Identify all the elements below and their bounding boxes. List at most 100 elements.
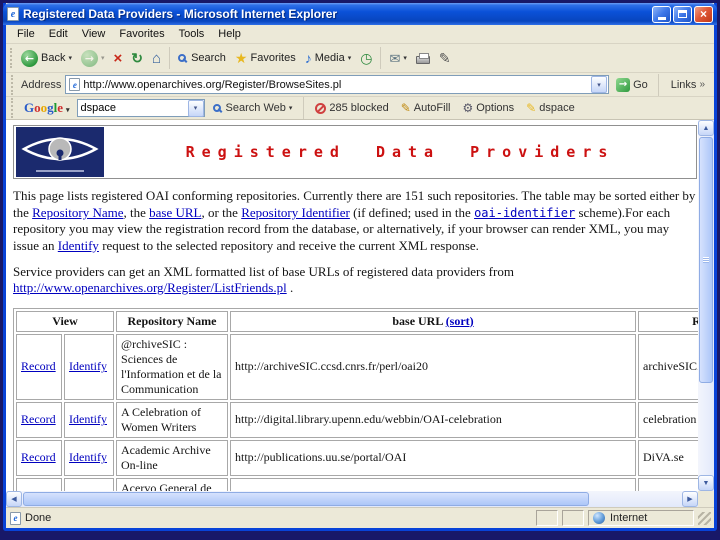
address-field[interactable]: e ▾	[65, 75, 610, 94]
gear-icon: ⚙	[462, 101, 474, 115]
status-pane	[562, 510, 584, 526]
back-button[interactable]: ← Back ▾	[17, 48, 76, 69]
addressbar-grip[interactable]	[11, 74, 14, 95]
sort-link[interactable]: (sort)	[446, 314, 474, 328]
autofill-icon: ✎	[400, 101, 411, 115]
links-label: Links	[670, 78, 697, 91]
sort-by-url-link[interactable]: base URL	[149, 205, 201, 220]
toolbar-separator	[169, 47, 171, 69]
vertical-scrollbar[interactable]: ▲ ▼	[698, 120, 714, 491]
window-titlebar[interactable]: e Registered Data Providers - Microsoft …	[3, 3, 717, 25]
search-web-icon	[212, 104, 221, 112]
listfriends-link[interactable]: http://www.openarchives.org/Register/Lis…	[13, 280, 287, 295]
scroll-right-button[interactable]: ▶	[682, 491, 698, 507]
menu-edit[interactable]: Edit	[42, 26, 75, 42]
identify-link[interactable]: Identify	[69, 412, 107, 426]
highlight-icon: ✎	[526, 101, 537, 115]
sort-by-identifier-link[interactable]: Repository Identifier	[241, 205, 350, 220]
record-link[interactable]: Record	[21, 359, 56, 373]
mail-icon: ✉	[389, 50, 401, 66]
stop-icon: ×	[113, 49, 123, 67]
go-button[interactable]: → Go	[613, 77, 651, 92]
google-toolbar: G o o g l e ▾ ▾ Search Web ▾ 285 blocked…	[6, 97, 714, 120]
address-dropdown-button[interactable]: ▾	[591, 76, 608, 93]
popup-blocked-label: 285 blocked	[329, 102, 389, 114]
zone-label: Internet	[610, 512, 648, 524]
table-row: Record Identify Acervo General de la bib…	[16, 477, 698, 491]
media-button[interactable]: ♪ Media ▾	[301, 49, 355, 67]
links-button[interactable]: Links »	[666, 79, 710, 91]
mail-button[interactable]: ✉ ▾	[385, 50, 410, 67]
repository-name-cell: Academic Archive On-line	[116, 439, 229, 476]
googlebar-grip[interactable]	[11, 98, 14, 118]
sort-by-name-link[interactable]: Repository Name	[32, 205, 123, 220]
autofill-button[interactable]: ✎ AutoFill	[397, 100, 455, 116]
favorites-button[interactable]: ★ Favorites	[231, 49, 300, 67]
highlight-label: dspace	[539, 102, 575, 114]
scroll-down-button[interactable]: ▼	[698, 475, 714, 491]
google-search-field[interactable]: ▾	[76, 99, 205, 117]
media-label: Media	[314, 52, 345, 64]
identify-link[interactable]: Identify	[69, 359, 107, 373]
google-logo-caret-icon: ▾	[66, 106, 70, 114]
repository-name-cell: Acervo General de la biblioteca "Dr Jorg…	[116, 477, 229, 491]
maximize-button[interactable]	[673, 5, 692, 23]
menu-favorites[interactable]: Favorites	[112, 26, 171, 42]
ie-window: e Registered Data Providers - Microsoft …	[3, 3, 717, 531]
popup-blocked-button[interactable]: 285 blocked	[311, 101, 392, 115]
back-icon: ←	[21, 49, 38, 67]
security-zone-pane: Internet	[588, 510, 694, 526]
globe-icon	[593, 512, 605, 524]
refresh-button[interactable]: ↻	[127, 49, 147, 67]
record-link[interactable]: Record	[21, 412, 56, 426]
forward-button[interactable]: → ▾	[77, 48, 109, 69]
google-search-dropdown[interactable]: ▾	[187, 99, 204, 117]
edit-button[interactable]: ✎	[435, 49, 455, 67]
highlight-button[interactable]: ✎ dspace	[522, 100, 579, 116]
menu-file[interactable]: File	[10, 26, 42, 42]
table-row: Record Identify @rchiveSIC : Sciences de…	[16, 333, 698, 400]
scroll-up-button[interactable]: ▲	[698, 120, 714, 136]
home-button[interactable]: ⌂	[148, 49, 165, 68]
horizontal-scroll-thumb[interactable]	[23, 492, 589, 506]
menu-tools[interactable]: Tools	[172, 26, 212, 42]
page-header-box: Registered Data Providers	[13, 125, 697, 179]
intro-paragraph: This page lists registered OAI conformin…	[13, 188, 697, 255]
scroll-left-button[interactable]: ◀	[6, 491, 22, 507]
media-caret-icon: ▾	[347, 55, 352, 62]
identify-request-link[interactable]: Identify	[58, 238, 99, 253]
record-link[interactable]: Record	[21, 450, 56, 464]
menu-view[interactable]: View	[75, 26, 113, 42]
toolbar-separator	[380, 47, 382, 69]
stop-button[interactable]: ×	[110, 49, 127, 68]
media-icon: ♪	[304, 50, 312, 66]
search-web-button[interactable]: Search Web ▾	[209, 101, 297, 115]
column-header-identifier: Repository Ide	[638, 310, 698, 332]
table-row: Record Identify A Celebration of Women W…	[16, 401, 698, 438]
options-button[interactable]: ⚙ Options	[458, 100, 518, 116]
toolbar-grip[interactable]	[10, 48, 13, 68]
vertical-scroll-thumb[interactable]	[699, 137, 713, 383]
minimize-button[interactable]	[652, 5, 671, 23]
toolbar-separator	[303, 97, 305, 119]
oai-identifier-link[interactable]: oai-identifier	[474, 206, 575, 220]
column-header-url: base URL (sort)	[230, 310, 637, 332]
status-text: Done	[25, 512, 52, 524]
intro-text: , the	[123, 204, 150, 220]
resize-grip[interactable]	[698, 511, 711, 525]
identify-link[interactable]: Identify	[69, 450, 107, 464]
history-button[interactable]: ◷	[356, 49, 376, 67]
column-header-name: Repository Name	[116, 310, 229, 332]
repositories-table: View Repository Name base URL (sort) Rep…	[13, 307, 698, 491]
close-button[interactable]: ×	[694, 5, 713, 23]
horizontal-scrollbar[interactable]: ◀ ▶	[6, 491, 698, 507]
base-url-cell: http://publications.uu.se/portal/OAI	[230, 439, 637, 476]
google-search-input[interactable]	[77, 102, 188, 114]
google-logo-button[interactable]: G o o g l e ▾	[21, 100, 73, 116]
print-button[interactable]	[412, 50, 434, 66]
menu-help[interactable]: Help	[211, 26, 248, 42]
search-button[interactable]: Search	[174, 50, 230, 66]
popup-blocker-icon	[315, 102, 327, 114]
options-label: Options	[476, 102, 515, 114]
address-input[interactable]	[83, 78, 589, 91]
